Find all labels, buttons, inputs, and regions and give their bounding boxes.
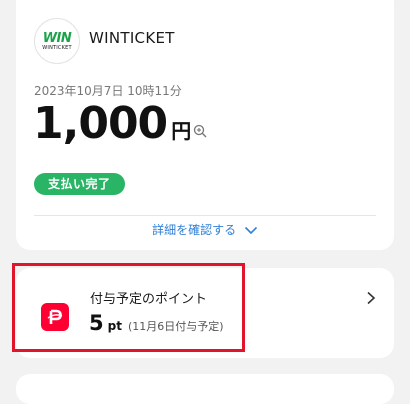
points-row: 5 pt (11月6日付与予定) xyxy=(89,311,224,335)
zoom-in-icon[interactable] xyxy=(193,123,207,138)
amount-row: 1,000 円 xyxy=(33,98,207,150)
points-value: 5 xyxy=(89,311,104,335)
payment-amount: 1,000 xyxy=(33,98,168,149)
status-badge: 支払い完了 xyxy=(34,173,125,195)
divider xyxy=(34,215,376,216)
points-title: 付与予定のポイント xyxy=(90,292,208,307)
details-link-label: 詳細を確認する xyxy=(152,223,237,237)
points-grant-date: (11月6日付与予定) xyxy=(127,320,224,333)
chevron-right-icon[interactable] xyxy=(366,290,376,309)
merchant-name: WINTICKET xyxy=(89,29,175,47)
chevron-down-icon xyxy=(244,224,258,238)
currency-label: 円 xyxy=(171,119,192,143)
transaction-datetime: 2023年10月7日 10時11分 xyxy=(34,84,182,98)
points-unit: pt xyxy=(107,319,122,333)
paypay-icon xyxy=(41,303,69,331)
merchant-logo: WIN WINTICKET xyxy=(34,18,80,64)
merchant-logo-subtext: WINTICKET xyxy=(42,44,72,51)
details-toggle[interactable]: 詳細を確認する xyxy=(16,221,394,238)
next-card xyxy=(16,374,394,404)
merchant-logo-mark: WIN xyxy=(42,30,72,46)
